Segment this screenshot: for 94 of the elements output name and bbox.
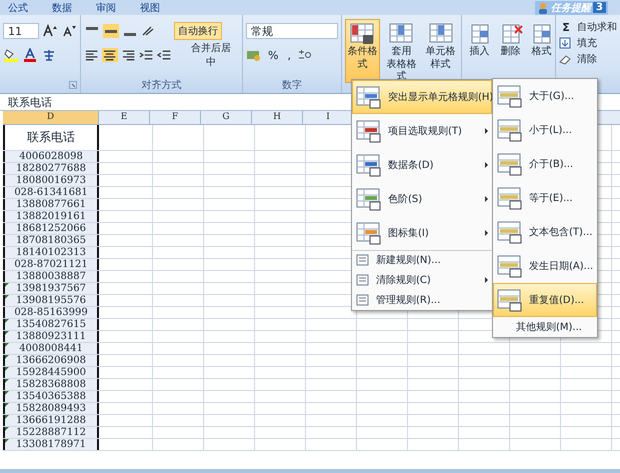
table-cell: 13981937567 bbox=[3, 283, 99, 294]
table-cell: 13882019161 bbox=[3, 211, 99, 222]
dialog-launcher-icon[interactable] bbox=[69, 81, 77, 89]
menu-item[interactable]: 等于(E)... bbox=[493, 181, 597, 215]
notice-badge[interactable]: 任务提醒 3 bbox=[535, 0, 608, 14]
table-cell: 028-87021121 bbox=[3, 259, 99, 270]
table-icon bbox=[356, 187, 382, 211]
menu-item[interactable]: 突出显示单元格规则(H) bbox=[352, 80, 492, 114]
table-cell: 13540365388 bbox=[3, 391, 99, 402]
table-icon bbox=[497, 220, 523, 244]
notice-label: 任务提醒 bbox=[551, 2, 592, 14]
ribbon-tab[interactable]: 视图 bbox=[140, 0, 184, 14]
notice-count: 3 bbox=[593, 2, 606, 13]
menu-item[interactable]: 文本包含(T)... bbox=[493, 215, 597, 249]
table-cell: 15228887112 bbox=[3, 427, 99, 438]
align-icon[interactable] bbox=[102, 48, 118, 62]
table-icon bbox=[356, 153, 382, 177]
table-cell: 15928445900 bbox=[3, 367, 99, 378]
merge-button[interactable]: 合并后居中 bbox=[183, 39, 240, 71]
menu-item[interactable]: 其他规则(M)... bbox=[493, 317, 597, 337]
table-cell: 18681252066 bbox=[3, 223, 99, 234]
table-cell: 13880038887 bbox=[3, 271, 99, 282]
menu-item[interactable]: 清除规则(C) bbox=[352, 270, 492, 290]
table-cell: 联系电话 bbox=[3, 125, 99, 150]
table-icon bbox=[497, 152, 523, 176]
phonetic-icon[interactable] bbox=[41, 48, 57, 62]
fill-color-icon[interactable] bbox=[3, 48, 19, 62]
percent-button[interactable]: % bbox=[265, 48, 282, 62]
align-icon[interactable] bbox=[120, 48, 136, 62]
menu-item[interactable]: 项目选取规则(T) bbox=[352, 114, 492, 148]
menu-item[interactable]: 数据条(D) bbox=[352, 148, 492, 182]
indent-icon[interactable] bbox=[157, 48, 172, 62]
table-cell: 18708180365 bbox=[3, 235, 99, 246]
column-header[interactable]: H bbox=[252, 111, 303, 124]
table-icon bbox=[356, 85, 382, 109]
table-cell: 13540827615 bbox=[3, 319, 99, 330]
font-size-field[interactable]: 11 bbox=[3, 23, 39, 39]
person-icon bbox=[537, 2, 550, 14]
ribbon-command[interactable]: 填充 bbox=[577, 36, 597, 50]
column-header[interactable]: F bbox=[150, 111, 201, 124]
table-cell: 18080016973 bbox=[3, 175, 99, 186]
table-cell: 15828089493 bbox=[3, 403, 99, 414]
shrink-font-icon[interactable] bbox=[61, 24, 77, 38]
formula-bar-value[interactable]: 联系电话 bbox=[8, 94, 52, 110]
table-cell: 13308178971 bbox=[3, 439, 99, 450]
menu-item[interactable]: 新建规则(N)... bbox=[352, 250, 492, 270]
table-cell: 13880923111 bbox=[3, 331, 99, 342]
sigma-symbol: Σ bbox=[561, 20, 571, 34]
table-icon bbox=[497, 186, 523, 210]
align-icon[interactable] bbox=[103, 24, 119, 38]
table-cell: 18280277688 bbox=[3, 163, 99, 174]
menu-item[interactable]: 图标集(I) bbox=[352, 216, 492, 250]
table-icon bbox=[497, 84, 523, 108]
menu-item[interactable]: 发生日期(A)... bbox=[493, 249, 597, 283]
ribbon-command[interactable]: 清除 bbox=[577, 52, 597, 66]
ribbon-tab[interactable]: 公式 bbox=[8, 0, 52, 14]
ribbon-button[interactable]: 条件格式 bbox=[345, 19, 380, 83]
table-cell: 4006028098 bbox=[3, 151, 99, 162]
table-icon bbox=[356, 221, 382, 245]
table-cell: 4008008441 bbox=[3, 343, 99, 354]
table-cell: 15828368808 bbox=[3, 379, 99, 390]
table-cell: 18140102313 bbox=[3, 247, 99, 258]
table-icon bbox=[497, 118, 523, 142]
indent-icon[interactable] bbox=[138, 48, 154, 62]
table-cell: 13666191288 bbox=[3, 415, 99, 426]
group-label: 数字 bbox=[282, 78, 302, 92]
table-cell: 13880877661 bbox=[3, 199, 99, 210]
table-icon bbox=[348, 22, 376, 46]
ribbon-tab[interactable]: 数据 bbox=[52, 0, 96, 14]
column-header[interactable]: D bbox=[3, 111, 99, 124]
table-icon bbox=[497, 288, 523, 312]
table-cell: 13666206908 bbox=[3, 355, 99, 366]
grow-font-icon[interactable] bbox=[42, 24, 58, 38]
number-format-field[interactable]: 常规 bbox=[246, 23, 338, 39]
ribbon-tab[interactable]: 审阅 bbox=[96, 0, 140, 14]
menu-item[interactable]: 介于(B)... bbox=[493, 147, 597, 181]
wrap-text-button[interactable]: 自动换行 bbox=[174, 22, 222, 40]
comma-button[interactable]: , bbox=[284, 48, 294, 62]
align-icon[interactable] bbox=[84, 48, 100, 62]
column-header[interactable]: E bbox=[99, 111, 150, 124]
table-icon bbox=[497, 254, 523, 278]
table-icon bbox=[356, 119, 382, 143]
menu-item[interactable]: 色阶(S) bbox=[352, 182, 492, 216]
table-cell: 028-61341681 bbox=[3, 187, 99, 198]
menu-item[interactable]: 大于(G)... bbox=[493, 79, 597, 113]
font-color-icon[interactable] bbox=[22, 48, 38, 62]
table-cell: 13908195576 bbox=[3, 295, 99, 306]
menu-item[interactable]: 小于(L)... bbox=[493, 113, 597, 147]
menu-item[interactable]: 重复值(D)... bbox=[493, 283, 597, 317]
table-cell: 028-85163999 bbox=[3, 307, 99, 318]
column-header[interactable]: G bbox=[201, 111, 252, 124]
group-label: 对齐方式 bbox=[142, 78, 182, 92]
ribbon-command[interactable]: 自动求和 bbox=[577, 20, 617, 34]
menu-item[interactable]: 管理规则(R)... bbox=[352, 290, 492, 310]
